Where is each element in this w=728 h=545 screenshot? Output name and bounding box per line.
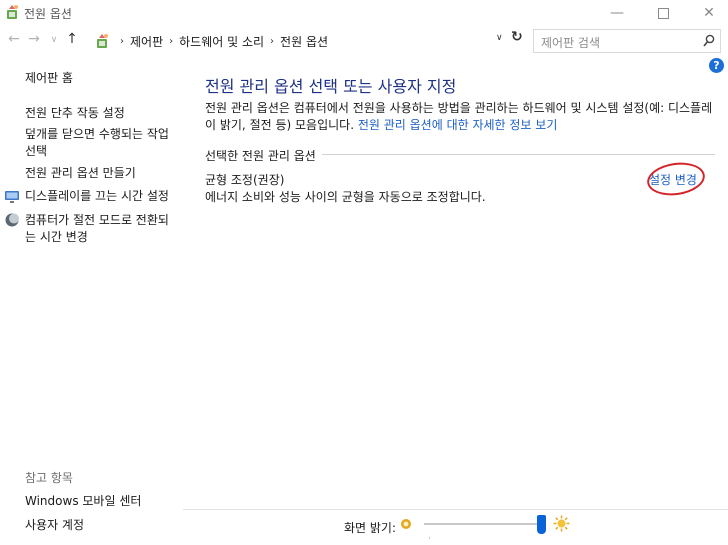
- learn-more-link[interactable]: 전원 관리 옵션에 대한 자세한 정보 보기: [358, 118, 558, 132]
- address-dropdown-button[interactable]: ∨: [496, 33, 503, 43]
- selected-plan-heading: 선택한 전원 관리 옵션: [205, 147, 322, 164]
- power-options-icon: [7, 5, 18, 19]
- brightness-high-icon: [553, 515, 570, 532]
- title-bar: 전원 옵션 — ✕: [0, 0, 728, 26]
- highlight-annotation: [645, 159, 707, 199]
- breadcrumb-hardware-sound[interactable]: 하드웨어 및 소리: [179, 33, 264, 50]
- minimize-button[interactable]: —: [594, 0, 640, 26]
- sidebar-lid-close-action[interactable]: 덮개를 닫으면 수행되는 작업 선택: [25, 126, 175, 160]
- page-title: 전원 관리 옵션 선택 또는 사용자 지정: [205, 77, 457, 96]
- address-bar[interactable]: › 제어판 › 하드웨어 및 소리 › 전원 옵션: [92, 29, 528, 53]
- control-panel-icon: [97, 34, 108, 48]
- back-button[interactable]: ←: [5, 31, 23, 47]
- breadcrumb-separator: ›: [270, 35, 275, 47]
- see-also-mobility-center[interactable]: Windows 모바일 센터: [25, 492, 141, 509]
- breadcrumb-separator: ›: [169, 35, 174, 47]
- brightness-low-icon: [401, 519, 411, 529]
- search-placeholder: 제어판 검색: [541, 36, 601, 50]
- sidebar-control-panel-home[interactable]: 제어판 홈: [25, 70, 175, 87]
- recent-locations-button[interactable]: ∨: [45, 35, 63, 45]
- sidebar-display-off-time[interactable]: 디스플레이를 끄는 시간 설정: [25, 188, 175, 205]
- up-button[interactable]: ↑: [63, 31, 81, 47]
- window-title: 전원 옵션: [24, 7, 72, 21]
- sidebar-sleep-time[interactable]: 컴퓨터가 절전 모드로 전환되는 시간 변경: [25, 212, 175, 246]
- display-icon: [5, 191, 19, 203]
- help-icon[interactable]: ?: [709, 58, 724, 73]
- plan-name: 균형 조정(권장): [205, 173, 285, 187]
- forward-button[interactable]: →: [25, 31, 43, 47]
- sidebar-create-power-plan[interactable]: 전원 관리 옵션 만들기: [25, 165, 175, 182]
- sidebar: 제어판 홈 전원 단추 작동 설정 덮개를 닫으면 수행되는 작업 선택 전원 …: [0, 60, 180, 545]
- close-button[interactable]: ✕: [686, 0, 728, 26]
- see-also-heading: 참고 항목: [25, 471, 73, 485]
- sidebar-power-button-settings[interactable]: 전원 단추 작동 설정: [25, 105, 175, 122]
- breadcrumb-separator: ›: [120, 35, 124, 47]
- brightness-label: 화면 밝기:: [344, 521, 397, 535]
- refresh-button[interactable]: ↻: [511, 29, 523, 45]
- search-input[interactable]: 제어판 검색: [533, 29, 721, 53]
- see-also-user-accounts[interactable]: 사용자 계정: [25, 516, 84, 533]
- breadcrumb-power-options[interactable]: 전원 옵션: [280, 33, 328, 50]
- search-icon: [703, 34, 715, 47]
- sleep-moon-icon: [5, 213, 19, 227]
- page-description: 전원 관리 옵션은 컴퓨터에서 전원을 사용하는 방법을 관리하는 하드웨어 및…: [205, 100, 720, 134]
- breadcrumb-control-panel[interactable]: 제어판: [130, 33, 163, 50]
- maximize-icon: [657, 7, 669, 19]
- maximize-button[interactable]: [640, 0, 686, 26]
- navigation-bar: ← → ∨ ↑ › 제어판 › 하드웨어 및 소리 › 전원 옵션 ∨ ↻ 제어…: [0, 27, 728, 55]
- brightness-slider[interactable]: [424, 523, 542, 525]
- bottom-divider: [183, 509, 728, 510]
- brightness-slider-thumb[interactable]: [536, 515, 546, 534]
- slider-tick: [429, 537, 430, 539]
- plan-description: 에너지 소비와 성능 사이의 균형을 자동으로 조정합니다.: [205, 190, 486, 204]
